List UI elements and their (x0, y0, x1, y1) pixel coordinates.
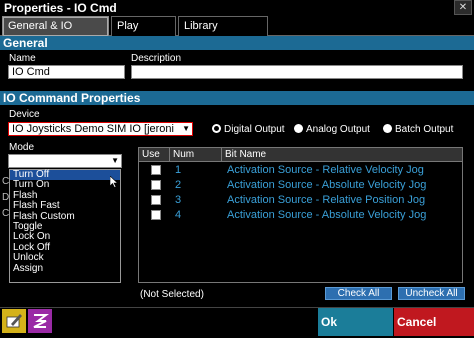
description-field[interactable] (131, 65, 463, 79)
column-header-use: Use (139, 148, 170, 162)
selection-status: (Not Selected) (140, 289, 204, 300)
bit-name: Activation Source - Relative Position Jo… (227, 194, 426, 206)
radio-label: Analog Output (306, 124, 370, 135)
use-checkbox[interactable] (151, 180, 161, 190)
mode-label: Mode (9, 142, 35, 153)
cancel-button[interactable]: Cancel (394, 308, 474, 336)
window-title: Properties - IO Cmd (4, 1, 117, 15)
device-label: Device (9, 109, 40, 120)
table-header: Use Num Bit Name (139, 148, 462, 162)
radio-digital-output[interactable]: Digital Output (212, 123, 285, 137)
table-row[interactable]: 4 Activation Source - Absolute Velocity … (139, 208, 462, 223)
bits-table: Use Num Bit Name 1 Activation Source - R… (138, 147, 463, 283)
mode-dropdown-list: Turn Off Turn On Flash Flash Fast Flash … (9, 169, 121, 283)
mode-option-unlock[interactable]: Unlock (10, 252, 120, 263)
mode-select[interactable]: ▼ (8, 154, 122, 168)
tab-strip: General & IO Command Play Options Librar… (0, 16, 474, 50)
close-icon: ✕ (458, 2, 468, 13)
table-row[interactable]: 1 Activation Source - Relative Velocity … (139, 163, 462, 178)
column-header-num: Num (170, 148, 222, 162)
table-row[interactable]: 2 Activation Source - Absolute Velocity … (139, 178, 462, 193)
ok-button[interactable]: Ok (318, 308, 393, 336)
use-checkbox[interactable] (151, 165, 161, 175)
bit-name: Activation Source - Relative Velocity Jo… (227, 164, 424, 176)
bit-name: Activation Source - Absolute Velocity Jo… (227, 179, 427, 191)
device-value: IO Joysticks Demo SIM IO [jeroni (12, 123, 174, 135)
mouse-cursor-icon (110, 176, 118, 188)
title-bar: Properties - IO Cmd ✕ (0, 0, 474, 16)
radio-unselected-icon (294, 124, 303, 133)
radio-selected-icon (212, 124, 221, 133)
bit-num: 3 (175, 194, 182, 206)
section-general: General (0, 36, 474, 50)
edit-icon[interactable] (2, 309, 26, 333)
bit-num: 1 (175, 164, 182, 176)
name-field[interactable]: IO Cmd (8, 65, 125, 79)
device-select[interactable]: IO Joysticks Demo SIM IO [jeroni ▼ (8, 122, 193, 136)
tab-general-io[interactable]: General & IO Command (2, 16, 109, 50)
table-row[interactable]: 3 Activation Source - Relative Position … (139, 193, 462, 208)
mode-option-flash-fast[interactable]: Flash Fast (10, 200, 120, 211)
close-button[interactable]: ✕ (454, 0, 472, 15)
bit-name: Activation Source - Absolute Velocity Jo… (227, 209, 427, 221)
use-checkbox[interactable] (151, 195, 161, 205)
radio-label: Digital Output (224, 124, 285, 135)
use-checkbox[interactable] (151, 210, 161, 220)
chevron-down-icon: ▼ (182, 124, 190, 133)
radio-unselected-icon (383, 124, 392, 133)
name-label: Name (9, 53, 36, 64)
section-io-command: IO Command Properties (0, 91, 474, 105)
column-header-bit-name: Bit Name (225, 149, 267, 160)
radio-batch-output[interactable]: Batch Output (383, 123, 453, 137)
uncheck-all-button[interactable]: Uncheck All (398, 287, 465, 300)
tab-library-parameters[interactable]: Library Parameters (178, 16, 268, 50)
mode-option-assign[interactable]: Assign (10, 263, 120, 274)
description-label: Description (131, 53, 182, 64)
chevron-down-icon: ▼ (111, 156, 119, 165)
radio-label: Batch Output (395, 124, 454, 135)
bit-num: 4 (175, 209, 182, 221)
check-all-button[interactable]: Check All (325, 287, 392, 300)
bit-num: 2 (175, 179, 182, 191)
script-icon[interactable] (28, 309, 52, 333)
radio-analog-output[interactable]: Analog Output (294, 123, 370, 137)
tab-play-options[interactable]: Play Options (111, 16, 176, 50)
